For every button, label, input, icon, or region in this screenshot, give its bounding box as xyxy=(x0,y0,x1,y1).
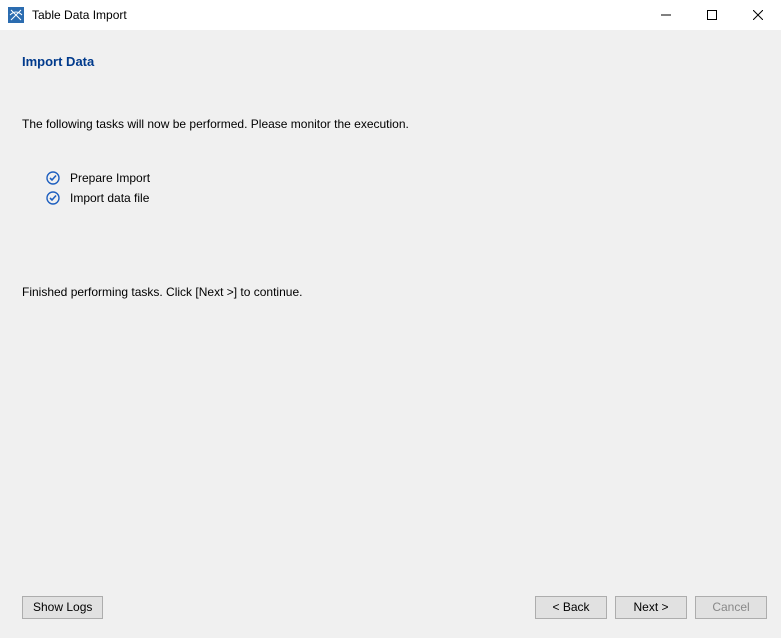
window-title: Table Data Import xyxy=(32,8,127,22)
show-logs-button[interactable]: Show Logs xyxy=(22,596,103,619)
maximize-button[interactable] xyxy=(689,0,735,30)
page-heading: Import Data xyxy=(22,54,759,69)
task-list: Prepare Import Import data file xyxy=(46,171,759,205)
content-area: Import Data The following tasks will now… xyxy=(0,30,781,590)
task-item: Prepare Import xyxy=(46,171,759,185)
check-icon xyxy=(46,191,60,205)
close-button[interactable] xyxy=(735,0,781,30)
instruction-text: The following tasks will now be performe… xyxy=(22,117,759,131)
footer: Show Logs < Back Next > Cancel xyxy=(0,590,781,638)
task-label: Import data file xyxy=(70,191,149,205)
status-text: Finished performing tasks. Click [Next >… xyxy=(22,285,759,299)
app-icon xyxy=(8,7,24,23)
minimize-button[interactable] xyxy=(643,0,689,30)
next-button[interactable]: Next > xyxy=(615,596,687,619)
titlebar: Table Data Import xyxy=(0,0,781,30)
task-item: Import data file xyxy=(46,191,759,205)
back-button[interactable]: < Back xyxy=(535,596,607,619)
cancel-button: Cancel xyxy=(695,596,767,619)
check-icon xyxy=(46,171,60,185)
task-label: Prepare Import xyxy=(70,171,150,185)
